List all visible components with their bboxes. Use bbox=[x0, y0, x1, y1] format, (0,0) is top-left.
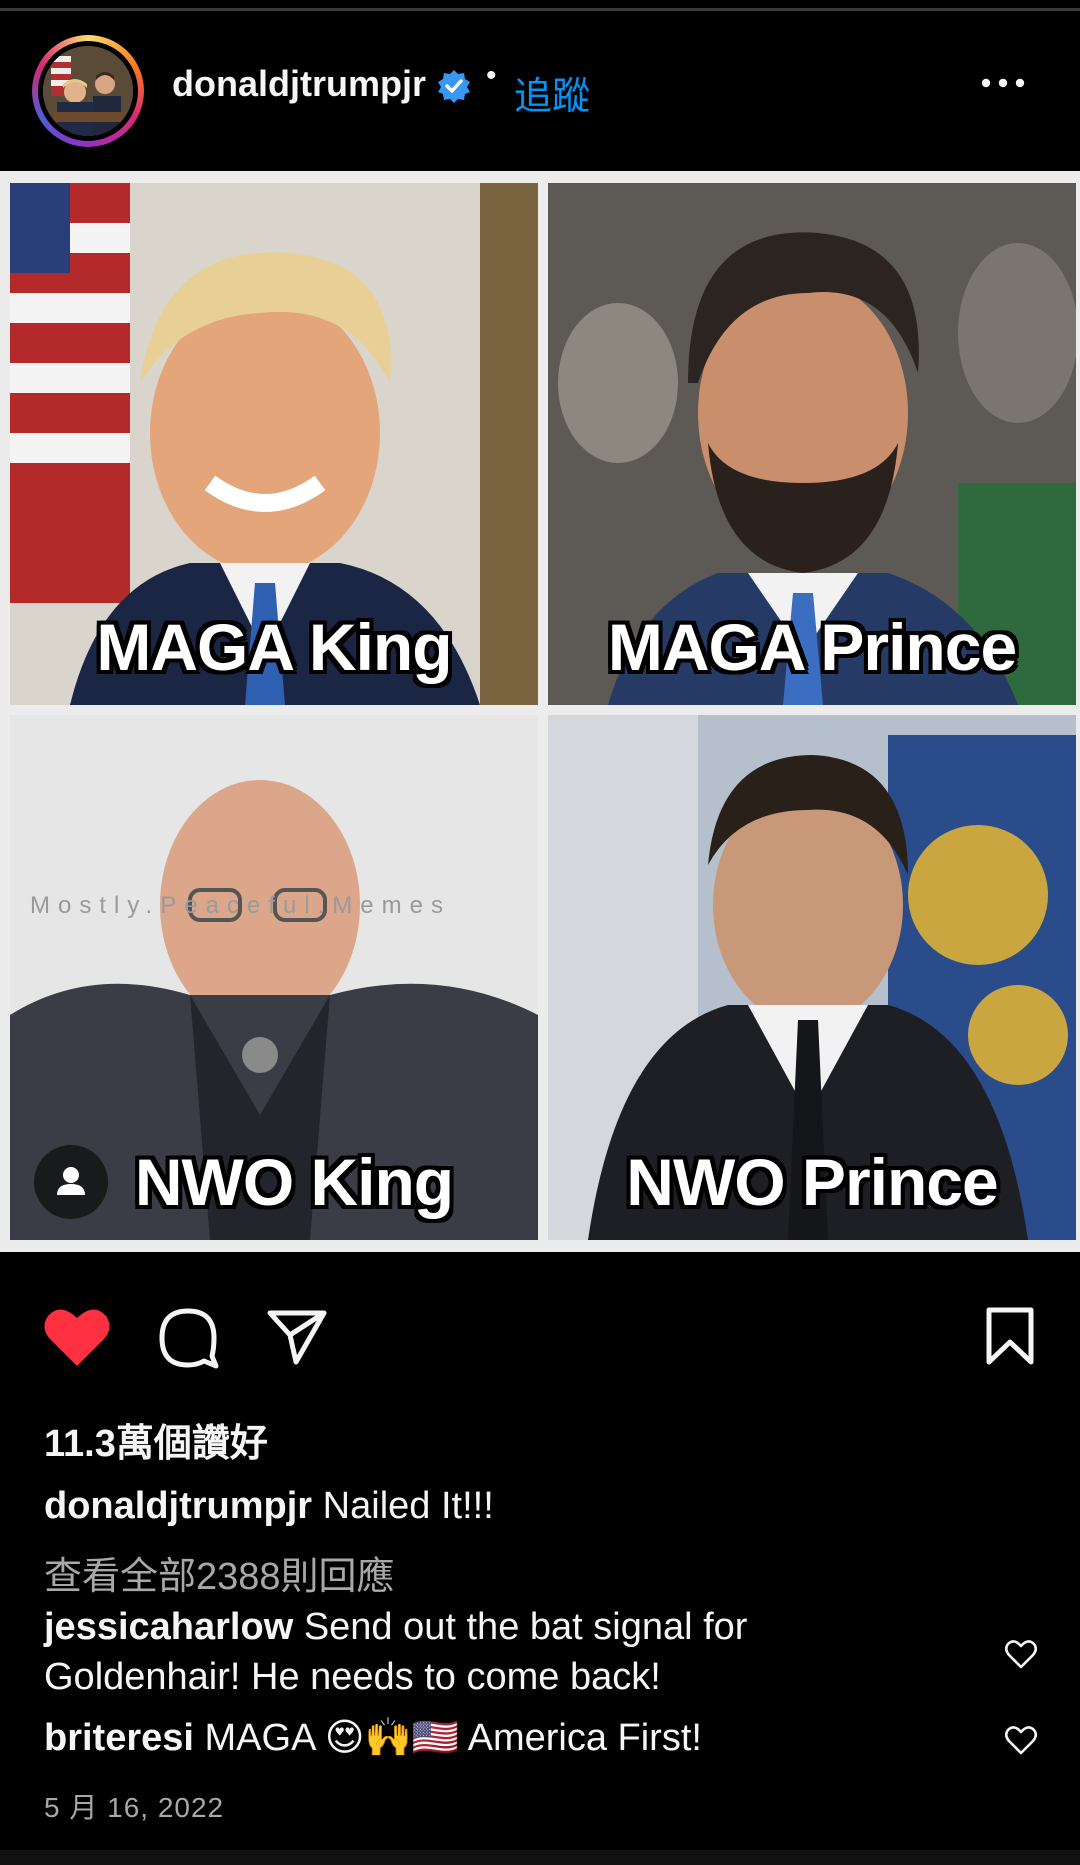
post-header: donaldjtrumpjr • 追蹤 bbox=[0, 11, 1080, 171]
view-all-comments-link[interactable]: 查看全部2388則回應 bbox=[44, 1545, 395, 1600]
avatar[interactable] bbox=[32, 35, 144, 147]
header-username[interactable]: donaldjtrumpjr bbox=[172, 63, 426, 105]
action-bar bbox=[0, 1300, 1080, 1380]
tile-caption: MAGA King bbox=[96, 610, 452, 684]
image-watermark: Mostly.Peaceful.Memes bbox=[30, 892, 451, 919]
verified-badge-icon bbox=[438, 70, 470, 103]
post-image[interactable]: MAGA King MAGA Prince NWO King NWO Princ… bbox=[0, 171, 1080, 1252]
caption-text: Nailed It!!! bbox=[322, 1485, 494, 1527]
comment-icon[interactable] bbox=[156, 1306, 220, 1370]
tile-caption: NWO Prince bbox=[626, 1145, 998, 1219]
bottom-divider bbox=[0, 1850, 1080, 1865]
heart-filled-icon[interactable] bbox=[42, 1306, 112, 1368]
post-caption: donaldjtrumpjr Nailed It!!! bbox=[44, 1485, 494, 1528]
post-date: 5 月 16, 2022 bbox=[44, 1792, 225, 1823]
image-tile-maga-prince: MAGA Prince bbox=[548, 183, 1076, 705]
separator-dot: • bbox=[486, 59, 497, 92]
image-tile-nwo-prince: NWO Prince bbox=[548, 715, 1076, 1240]
user-tag-icon[interactable] bbox=[34, 1145, 108, 1219]
send-icon[interactable] bbox=[266, 1308, 328, 1366]
caption-username[interactable]: donaldjtrumpjr bbox=[44, 1485, 312, 1527]
comment-item: briteresi MAGA 😍🙌🇺🇸 America First! bbox=[44, 1713, 944, 1763]
image-tile-maga-king: MAGA King bbox=[10, 183, 538, 705]
comment-text: MAGA 😍🙌🇺🇸 America First! bbox=[204, 1717, 702, 1759]
follow-button[interactable]: 追蹤 bbox=[514, 65, 590, 120]
comment-like-heart-icon[interactable] bbox=[1005, 1640, 1037, 1670]
comment-like-heart-icon[interactable] bbox=[1005, 1726, 1037, 1756]
comment-username[interactable]: jessicaharlow bbox=[44, 1606, 293, 1648]
tile-caption: MAGA Prince bbox=[607, 610, 1017, 684]
more-options-icon[interactable] bbox=[980, 75, 1026, 91]
bookmark-icon[interactable] bbox=[984, 1306, 1036, 1366]
comment-item: jessicaharlow Send out the bat signal fo… bbox=[44, 1602, 944, 1702]
comment-username[interactable]: briteresi bbox=[44, 1717, 194, 1759]
likes-count[interactable]: 11.3萬個讚好 bbox=[44, 1412, 268, 1467]
